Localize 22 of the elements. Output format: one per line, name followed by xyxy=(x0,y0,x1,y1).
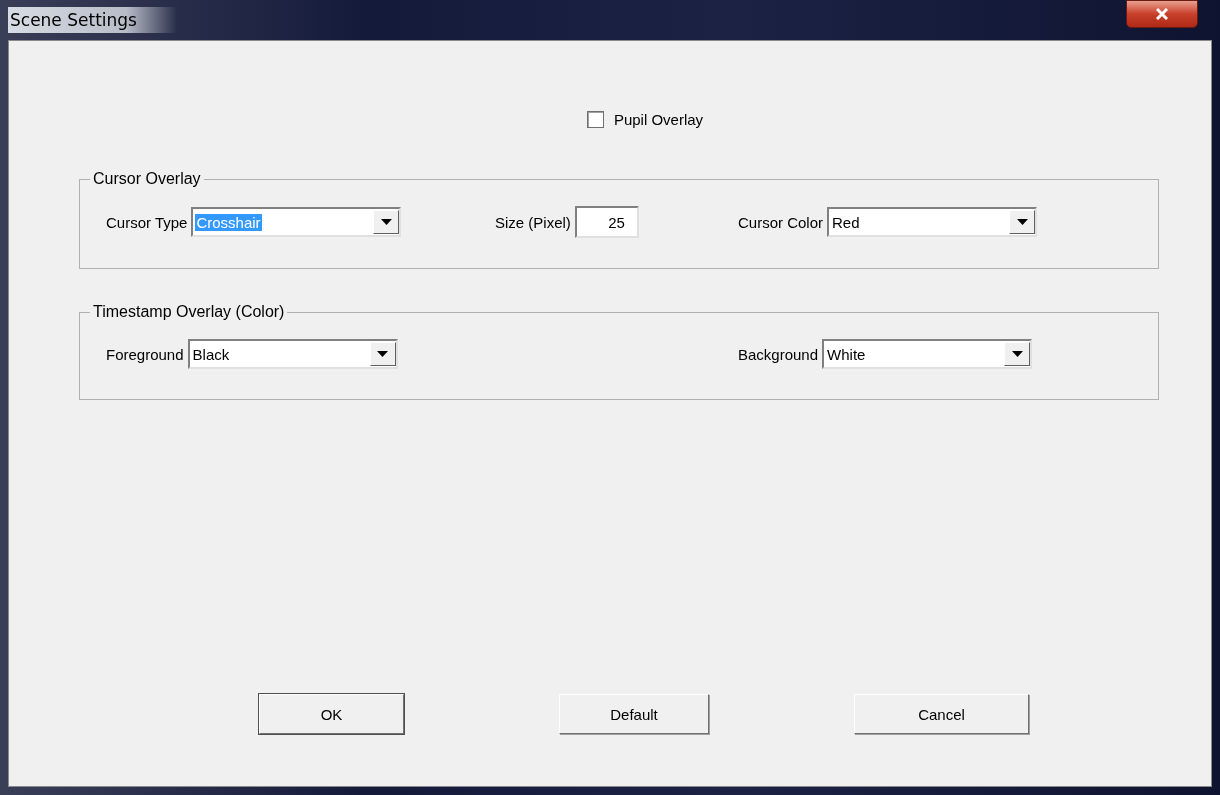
dropdown-arrow-icon xyxy=(377,351,389,357)
close-icon xyxy=(1156,8,1168,20)
dialog-button[interactable]: Default xyxy=(559,694,709,734)
field-label: Size (Pixel) xyxy=(495,213,571,231)
close-button[interactable] xyxy=(1126,0,1198,28)
pupil-overlay-checkbox[interactable]: Pupil Overlay xyxy=(586,111,704,128)
group-title: Cursor Overlay xyxy=(92,170,202,188)
dialog-button[interactable]: OK xyxy=(259,694,404,734)
group-title: Timestamp Overlay (Color) xyxy=(92,303,286,321)
field-label: Foreground xyxy=(106,345,184,363)
field-label: Background xyxy=(738,345,819,363)
dropdown[interactable]: Red xyxy=(827,207,1038,237)
dropdown-arrow-icon xyxy=(1016,219,1028,225)
window-title: Scene Settings xyxy=(8,7,177,33)
dropdown-arrow-icon xyxy=(380,219,392,225)
field-label: Cursor Color xyxy=(738,213,824,231)
dialog-button[interactable]: Cancel xyxy=(854,694,1029,734)
size-field[interactable]: 25 xyxy=(574,206,639,238)
dropdown[interactable]: Black xyxy=(187,339,398,369)
dropdown-arrow-icon xyxy=(1011,351,1023,357)
field-label: Cursor Type xyxy=(106,213,188,231)
dropdown[interactable]: White xyxy=(822,339,1033,369)
